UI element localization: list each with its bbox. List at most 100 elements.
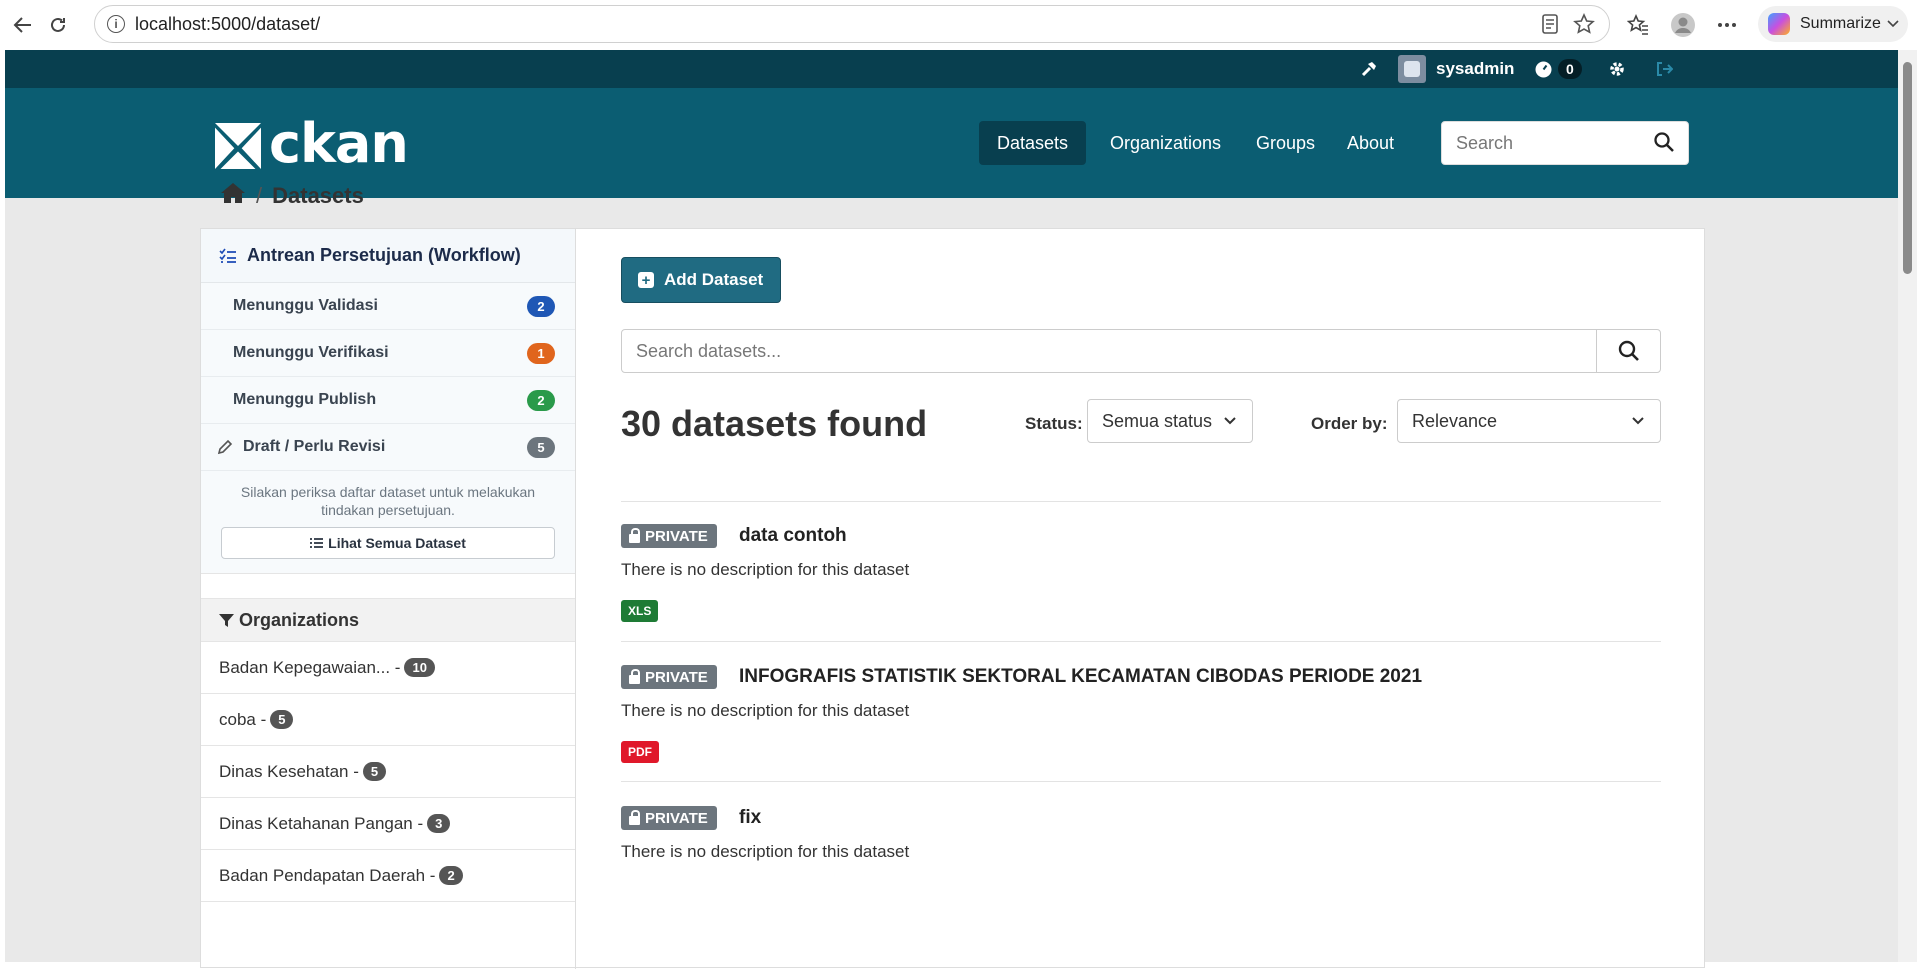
organizations-facet-header: Organizations <box>201 598 575 642</box>
workflow-title: Antrean Persetujuan (Workflow) <box>247 245 521 265</box>
plus-icon: + <box>638 272 654 289</box>
divider <box>621 501 1661 502</box>
private-badge: PRIVATE <box>621 806 717 830</box>
facet-label: Dinas Kesehatan - <box>219 761 359 781</box>
filter-icon <box>219 613 234 628</box>
format-badge[interactable]: PDF <box>621 741 659 763</box>
site-search-input[interactable]: Search <box>1441 121 1689 165</box>
lock-icon <box>629 527 640 543</box>
address-bar[interactable]: i localhost:5000/dataset/ <box>94 5 1610 43</box>
workflow-panel: Antrean Persetujuan (Workflow) Menunggu … <box>201 229 575 574</box>
facet-count: 10 <box>404 658 435 677</box>
search-icon <box>1618 340 1639 361</box>
workflow-item-publish[interactable]: Menunggu Publish 2 <box>201 377 575 424</box>
nav-groups[interactable]: Groups <box>1238 121 1333 165</box>
status-label: Status: <box>1025 414 1083 433</box>
private-badge-label: PRIVATE <box>645 668 708 686</box>
list-icon <box>310 537 324 549</box>
divider <box>621 781 1661 782</box>
results-count: 30 datasets found <box>621 403 928 444</box>
url-text: localhost:5000/dataset/ <box>135 13 321 34</box>
logout-icon[interactable] <box>1655 50 1673 88</box>
status-select[interactable]: Semua status <box>1087 399 1253 443</box>
workflow-item-label: Menunggu Publish <box>233 391 377 408</box>
add-dataset-label: Add Dataset <box>664 270 764 289</box>
status-badge: 1 <box>527 343 555 364</box>
dataset-title-link[interactable]: data contoh <box>739 524 847 548</box>
view-all-label: Lihat Semua Dataset <box>328 535 466 551</box>
facet-item[interactable]: Dinas Kesehatan - 5 <box>201 746 575 798</box>
home-icon[interactable] <box>220 182 246 210</box>
favorite-star-icon[interactable] <box>1573 13 1595 40</box>
site-info-icon[interactable]: i <box>107 15 125 33</box>
summarize-button[interactable]: Summarize <box>1758 6 1908 42</box>
more-menu-icon[interactable] <box>1714 12 1740 38</box>
sysadmin-hammer-icon[interactable] <box>1360 50 1378 88</box>
format-badge[interactable]: XLS <box>621 600 659 622</box>
browser-toolbar: i localhost:5000/dataset/ Summarize <box>0 0 1917 50</box>
status-badge: 2 <box>527 390 555 411</box>
site-search-placeholder: Search <box>1456 132 1514 153</box>
pencil-icon <box>217 439 233 455</box>
chevron-down-icon <box>1886 16 1900 35</box>
add-dataset-button[interactable]: + Add Dataset <box>621 257 781 303</box>
lock-icon <box>629 668 640 684</box>
order-by-select[interactable]: Relevance <box>1397 399 1661 443</box>
facet-count: 3 <box>427 814 451 833</box>
search-icon[interactable] <box>1654 131 1674 158</box>
nav-about[interactable]: About <box>1329 121 1412 165</box>
dataset-title-link[interactable]: fix <box>739 806 761 830</box>
breadcrumb: / Datasets <box>220 182 364 210</box>
logo-text[interactable]: ckan <box>269 112 409 175</box>
order-value: Relevance <box>1412 410 1498 431</box>
facet-label: Badan Kepegawaian... - <box>219 657 401 677</box>
status-badge: 5 <box>527 437 555 458</box>
lock-icon <box>629 809 640 825</box>
ckan-logo-icon[interactable] <box>215 123 261 169</box>
status-value: Semua status <box>1102 410 1213 431</box>
dataset-title-link[interactable]: INFOGRAFIS STATISTIK SEKTORAL KECAMATAN … <box>739 665 1422 689</box>
scrollbar-thumb[interactable] <box>1903 62 1912 274</box>
facet-item[interactable]: Badan Kepegawaian... - 10 <box>201 642 575 694</box>
private-badge: PRIVATE <box>621 665 717 689</box>
profile-icon[interactable] <box>1670 12 1696 38</box>
copilot-icon <box>1768 13 1790 35</box>
back-icon[interactable] <box>10 12 36 38</box>
facet-label: coba - <box>219 709 267 729</box>
status-badge: 2 <box>527 296 555 317</box>
private-badge-label: PRIVATE <box>645 527 708 545</box>
dataset-description: There is no description for this dataset <box>621 560 910 579</box>
workflow-item-verifikasi[interactable]: Menunggu Verifikasi 1 <box>201 330 575 377</box>
workflow-header: Antrean Persetujuan (Workflow) <box>201 229 575 283</box>
nav-datasets[interactable]: Datasets <box>979 121 1087 165</box>
breadcrumb-separator: / <box>256 183 263 208</box>
view-all-datasets-button[interactable]: Lihat Semua Dataset <box>221 527 555 559</box>
workflow-item-label: Menunggu Verifikasi <box>233 344 389 361</box>
reload-icon[interactable] <box>45 12 71 38</box>
user-menu[interactable]: sysadmin <box>1398 50 1514 88</box>
chevron-down-icon <box>1630 412 1646 433</box>
gear-icon[interactable] <box>1608 50 1626 88</box>
dataset-search-button[interactable] <box>1596 330 1660 372</box>
reader-mode-icon[interactable] <box>1541 14 1559 39</box>
summarize-label: Summarize <box>1800 15 1881 32</box>
dataset-search-input[interactable]: Search datasets... <box>621 329 1661 373</box>
activity-stream[interactable]: 0 <box>1535 50 1582 88</box>
dataset-description: There is no description for this dataset <box>621 701 910 720</box>
dataset-description: There is no description for this dataset <box>621 842 910 861</box>
facet-label: Badan Pendapatan Daerah - <box>219 865 436 885</box>
avatar <box>1398 55 1426 83</box>
facet-item[interactable]: coba - 5 <box>201 694 575 746</box>
facet-item[interactable]: Dinas Ketahanan Pangan - 3 <box>201 798 575 850</box>
workflow-item-label: Draft / Perlu Revisi <box>243 438 386 455</box>
page-scrollbar[interactable] <box>1898 50 1917 962</box>
workflow-item-validasi[interactable]: Menunggu Validasi 2 <box>201 283 575 330</box>
nav-organizations[interactable]: Organizations <box>1092 121 1239 165</box>
username: sysadmin <box>1436 59 1515 78</box>
dashboard-icon <box>1535 61 1552 77</box>
favorites-icon[interactable] <box>1625 12 1651 38</box>
main-panel: Antrean Persetujuan (Workflow) Menunggu … <box>200 228 1705 969</box>
workflow-item-draft[interactable]: Draft / Perlu Revisi 5 <box>201 424 575 471</box>
facet-item[interactable]: Badan Pendapatan Daerah - 2 <box>201 850 575 902</box>
chevron-down-icon <box>1222 412 1238 433</box>
